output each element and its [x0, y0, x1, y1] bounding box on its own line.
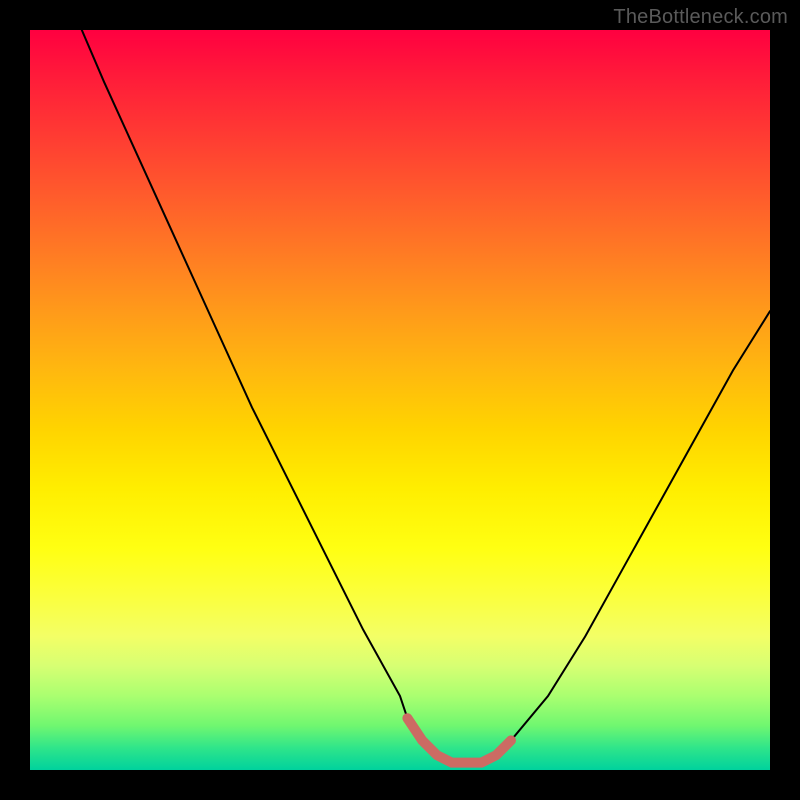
- chart-frame: TheBottleneck.com: [0, 0, 800, 800]
- bottleneck-curve: [82, 30, 770, 763]
- curve-svg: [30, 30, 770, 770]
- plot-area: [30, 30, 770, 770]
- highlight-band: [407, 718, 511, 762]
- watermark-text: TheBottleneck.com: [613, 6, 788, 29]
